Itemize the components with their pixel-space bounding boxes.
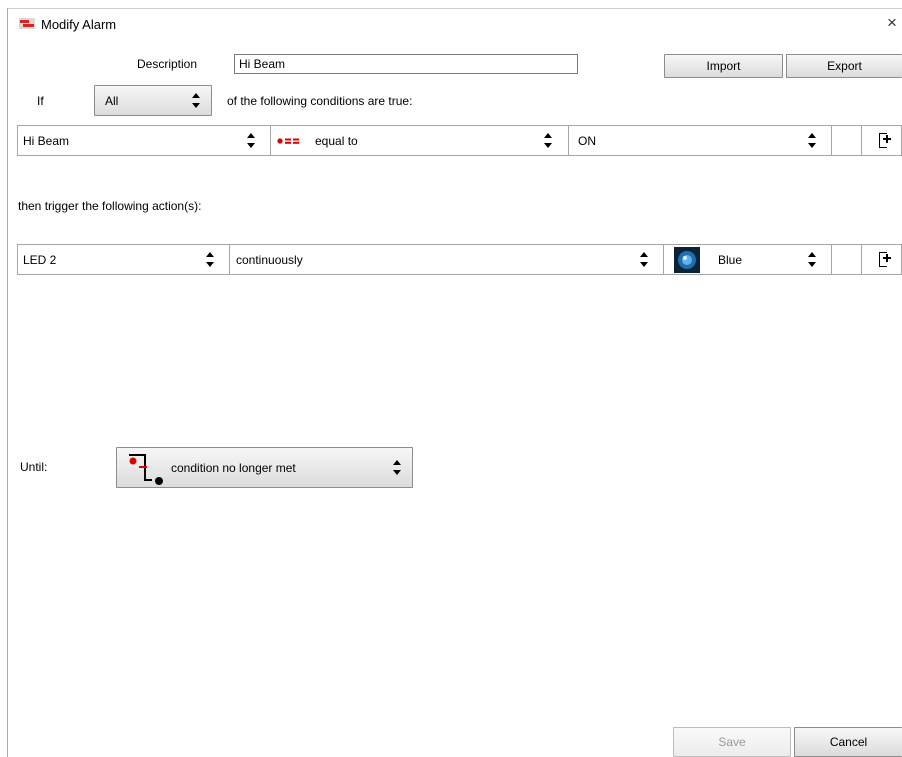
action-mode-value: continuously [236, 253, 303, 267]
window-title: Modify Alarm [41, 17, 117, 32]
target-spinner-icon[interactable] [206, 252, 214, 267]
condition-value: ON [578, 134, 596, 148]
description-label: Description [137, 57, 198, 71]
app-icon [19, 18, 35, 29]
operator-spinner-icon[interactable] [544, 133, 552, 148]
cell-divider [831, 126, 832, 155]
window-border [7, 8, 8, 757]
until-value: condition no longer met [171, 461, 296, 475]
then-label: then trigger the following action(s): [18, 199, 202, 213]
action-color-value: Blue [718, 253, 743, 267]
spinner-icon [192, 93, 200, 108]
condition-row: Hi Beam equal to ON [17, 125, 902, 156]
led-color-icon [674, 247, 700, 273]
save-button[interactable]: Save [673, 727, 791, 757]
mode-spinner-icon[interactable] [640, 252, 648, 267]
cell-divider [861, 126, 862, 155]
add-condition-icon[interactable] [879, 133, 891, 148]
until-select[interactable]: condition no longer met [116, 447, 413, 488]
window-top-edge [8, 8, 902, 9]
cancel-button[interactable]: Cancel [794, 727, 902, 757]
condition-release-icon [129, 454, 163, 485]
cell-divider [568, 126, 569, 155]
cell-divider [831, 245, 832, 274]
condition-channel-value: Hi Beam [23, 134, 70, 148]
match-select[interactable]: All [94, 85, 212, 116]
cell-divider [270, 126, 271, 155]
add-action-icon[interactable] [879, 252, 891, 267]
color-spinner-icon[interactable] [808, 252, 816, 267]
until-spinner-icon [393, 460, 401, 475]
import-button[interactable]: Import [664, 54, 783, 78]
equal-operator-icon [277, 138, 299, 144]
export-button[interactable]: Export [786, 54, 902, 78]
cell-divider [861, 245, 862, 274]
cell-divider [663, 245, 664, 274]
match-select-value: All [105, 93, 119, 108]
description-value: Hi Beam [239, 57, 286, 71]
value-spinner-icon[interactable] [808, 133, 816, 148]
until-label: Until: [20, 460, 48, 474]
conditions-suffix: of the following conditions are true: [227, 94, 413, 108]
title-bar [0, 0, 902, 37]
action-row: LED 2 continuously Blue [17, 244, 902, 275]
channel-spinner-icon[interactable] [247, 133, 255, 148]
cell-divider [229, 245, 230, 274]
action-target-value: LED 2 [23, 253, 57, 267]
close-icon[interactable]: × [887, 14, 897, 31]
condition-operator-value: equal to [315, 134, 358, 148]
description-input[interactable]: Hi Beam [234, 54, 578, 74]
if-label: If [37, 94, 44, 108]
